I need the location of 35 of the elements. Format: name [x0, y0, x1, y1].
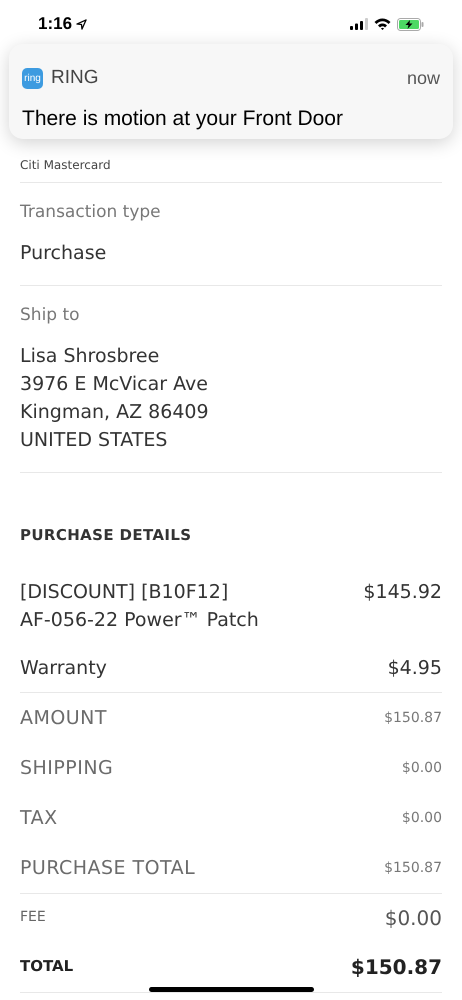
battery-charging-icon: [397, 18, 424, 30]
address-line: 3976 E McVicar Ave: [20, 372, 209, 396]
charge-label: TAX: [20, 806, 58, 831]
item-price: $145.92: [363, 580, 442, 605]
item-name: Warranty: [20, 656, 107, 681]
address-line: UNITED STATES: [20, 428, 168, 452]
status-time: 1:16: [38, 13, 72, 36]
charge-label: SHIPPING: [20, 756, 114, 781]
app-name: RING: [51, 66, 98, 90]
wifi-icon: [374, 18, 391, 30]
field-label: Ship to: [20, 304, 81, 327]
charge-label: PURCHASE TOTAL: [20, 856, 196, 881]
address-line: Kingman, AZ 86409: [20, 400, 210, 424]
notification-banner[interactable]: ring RING now There is motion at your Front Door: [9, 44, 453, 139]
location-icon: [76, 18, 88, 30]
notification-time: now: [406, 66, 440, 90]
charge-label: AMOUNT: [20, 706, 107, 731]
fee-value: $0.00: [384, 904, 442, 932]
total-value: $150.87: [350, 954, 442, 980]
total-label: TOTAL: [20, 956, 74, 978]
signal-icon: [350, 18, 368, 30]
item-name: [DISCOUNT] [B10F12] AF-056-22 Power™ Patch: [20, 580, 259, 633]
field-value: Purchase: [20, 240, 108, 266]
notification-message: There is motion at your Front Door: [22, 106, 344, 132]
charge-value: $0.00: [402, 808, 442, 828]
item-price: $4.95: [388, 656, 442, 681]
charge-value: $150.87: [384, 858, 442, 878]
address-line: Lisa Shrosbree: [20, 344, 160, 368]
field-label: Transaction type: [20, 201, 162, 224]
charge-value: $0.00: [402, 758, 442, 778]
app-icon: ring: [22, 68, 43, 89]
charge-value: $150.87: [384, 708, 442, 728]
fee-label: FEE: [20, 908, 46, 927]
card-subtitle: Citi Mastercard: [20, 158, 111, 172]
section-title: PURCHASE DETAILS: [20, 524, 192, 546]
